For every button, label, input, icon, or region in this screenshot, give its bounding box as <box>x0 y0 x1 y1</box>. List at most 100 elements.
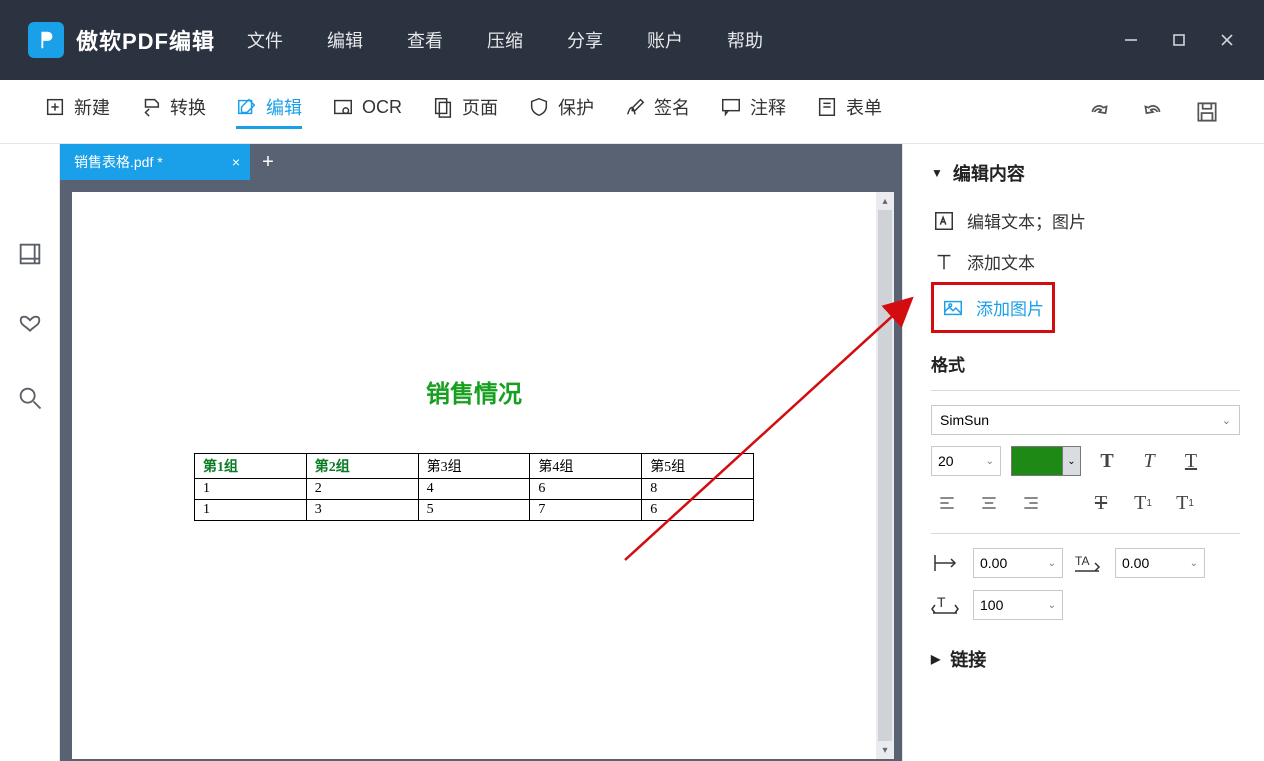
add-image-row[interactable]: 添加图片 <box>931 282 1055 333</box>
chevron-right-icon: ▶ <box>931 652 940 666</box>
chevron-down-icon[interactable]: ⌄ <box>1062 447 1080 475</box>
pdf-page[interactable]: 销售情况 第1组 第2组 第3组 第4组 第5组 1 2 4 <box>76 196 872 755</box>
right-panel: ▼编辑内容 编辑文本；图片 添加文本 添加图片 格式 SimSun⌄ 20⌄ ⌄… <box>902 144 1264 761</box>
tool-form-label: 表单 <box>846 94 882 120</box>
chevron-down-icon: ⌄ <box>986 456 994 467</box>
edit-content-header[interactable]: ▼编辑内容 <box>931 160 1240 186</box>
tool-protect[interactable]: 保护 <box>528 94 594 129</box>
add-text-label: 添加文本 <box>967 249 1035 274</box>
app-title: 傲软PDF编辑 <box>76 24 215 56</box>
table-cell: 2 <box>306 479 418 500</box>
add-text-row[interactable]: 添加文本 <box>931 241 1240 282</box>
link-header[interactable]: ▶ 链接 <box>931 646 1240 672</box>
chevron-down-icon: ▼ <box>931 166 943 180</box>
char-spacing-select[interactable]: 0.00 ⌄ <box>973 548 1063 578</box>
link-title: 链接 <box>950 646 986 672</box>
minimize-icon[interactable] <box>1122 31 1140 49</box>
canvas-viewport[interactable]: 销售情况 第1组 第2组 第3组 第4组 第5组 1 2 4 <box>60 180 902 761</box>
chevron-down-icon: ⌄ <box>1222 414 1231 427</box>
table-row: 1 2 4 6 8 <box>195 479 754 500</box>
menu-edit[interactable]: 编辑 <box>327 27 363 53</box>
window-controls <box>1122 31 1248 49</box>
char-spacing-value: 0.00 <box>980 555 1007 571</box>
page-heading: 销售情况 <box>76 196 872 409</box>
line-spacing-value: 0.00 <box>1122 555 1149 571</box>
titlebar: 傲软PDF编辑 文件 编辑 查看 压缩 分享 账户 帮助 <box>0 0 1264 80</box>
tool-sign[interactable]: 签名 <box>624 94 690 129</box>
bold-icon[interactable]: T <box>1091 445 1123 477</box>
tool-ocr-label: OCR <box>362 97 402 118</box>
undo-icon[interactable] <box>1140 99 1166 125</box>
menu-share[interactable]: 分享 <box>567 27 603 53</box>
document-area: 销售表格.pdf * × + 销售情况 第1组 第2组 第3组 第4组 第5组 <box>60 144 902 761</box>
scale-select[interactable]: 100⌄ <box>973 590 1063 620</box>
menu-compress[interactable]: 压缩 <box>487 27 523 53</box>
main-area: 销售表格.pdf * × + 销售情况 第1组 第2组 第3组 第4组 第5组 <box>0 144 1264 761</box>
table-header: 第3组 <box>418 454 530 479</box>
underline-icon[interactable]: T <box>1175 445 1207 477</box>
tool-annotate[interactable]: 注释 <box>720 94 786 129</box>
edit-text-images-row[interactable]: 编辑文本；图片 <box>931 200 1240 241</box>
divider <box>931 390 1240 391</box>
chevron-down-icon: ⌄ <box>1048 558 1056 569</box>
menu-account[interactable]: 账户 <box>647 27 683 53</box>
sales-table: 第1组 第2组 第3组 第4组 第5组 1 2 4 6 8 <box>194 453 754 521</box>
char-spacing-icon <box>931 551 963 575</box>
scroll-up-icon[interactable]: ▴ <box>876 192 894 210</box>
font-size-select[interactable]: 20 ⌄ <box>931 446 1001 476</box>
tool-form[interactable]: 表单 <box>816 94 882 129</box>
bookmark-icon[interactable] <box>16 312 44 340</box>
line-spacing-select[interactable]: 0.00⌄ <box>1115 548 1205 578</box>
table-cell: 6 <box>530 479 642 500</box>
tool-edit[interactable]: 编辑 <box>236 94 302 129</box>
align-left-icon[interactable] <box>931 487 963 519</box>
close-icon[interactable] <box>1218 31 1236 49</box>
new-tab-button[interactable]: + <box>250 144 286 180</box>
tool-convert[interactable]: 转换 <box>140 94 206 129</box>
align-center-icon[interactable] <box>973 487 1005 519</box>
font-color-picker[interactable]: ⌄ <box>1011 446 1081 476</box>
svg-text:T: T <box>937 594 946 610</box>
line-spacing-icon: TA <box>1073 551 1105 575</box>
maximize-icon[interactable] <box>1170 31 1188 49</box>
menu-view[interactable]: 查看 <box>407 27 443 53</box>
subscript-icon[interactable]: T1 <box>1169 487 1201 519</box>
table-header: 第5组 <box>642 454 754 479</box>
menu-help[interactable]: 帮助 <box>727 27 763 53</box>
document-tab[interactable]: 销售表格.pdf * × <box>60 144 250 180</box>
menu-file[interactable]: 文件 <box>247 27 283 53</box>
tool-ocr[interactable]: OCR <box>332 96 402 127</box>
tab-close-icon[interactable]: × <box>232 154 240 170</box>
tool-new[interactable]: 新建 <box>44 94 110 129</box>
italic-icon[interactable]: T <box>1133 445 1165 477</box>
font-size-value: 20 <box>938 453 954 469</box>
table-header: 第2组 <box>306 454 418 479</box>
tool-convert-label: 转换 <box>170 94 206 120</box>
divider <box>931 533 1240 534</box>
scale-value: 100 <box>980 597 1003 613</box>
table-row: 1 3 5 7 6 <box>195 500 754 521</box>
font-select[interactable]: SimSun⌄ <box>931 405 1240 435</box>
strikethrough-icon[interactable]: T <box>1085 487 1117 519</box>
table-cell: 8 <box>642 479 754 500</box>
table-row: 第1组 第2组 第3组 第4组 第5组 <box>195 454 754 479</box>
edit-text-images-label: 编辑文本；图片 <box>967 208 1086 233</box>
app-logo-icon <box>28 22 64 58</box>
table-cell: 4 <box>418 479 530 500</box>
scroll-down-icon[interactable]: ▾ <box>876 741 894 759</box>
table-cell: 7 <box>530 500 642 521</box>
table-header: 第1组 <box>195 454 307 479</box>
redo-icon[interactable] <box>1086 99 1112 125</box>
vertical-scrollbar[interactable]: ▴ ▾ <box>876 192 894 759</box>
document-tab-label: 销售表格.pdf * <box>74 152 163 172</box>
thumbnails-icon[interactable] <box>16 240 44 268</box>
search-icon[interactable] <box>16 384 44 412</box>
tool-page[interactable]: 页面 <box>432 94 498 129</box>
scale-icon: T <box>931 593 963 617</box>
table-header: 第4组 <box>530 454 642 479</box>
align-right-icon[interactable] <box>1015 487 1047 519</box>
save-icon[interactable] <box>1194 99 1220 125</box>
tool-sign-label: 签名 <box>654 94 690 120</box>
table-cell: 1 <box>195 500 307 521</box>
superscript-icon[interactable]: T1 <box>1127 487 1159 519</box>
